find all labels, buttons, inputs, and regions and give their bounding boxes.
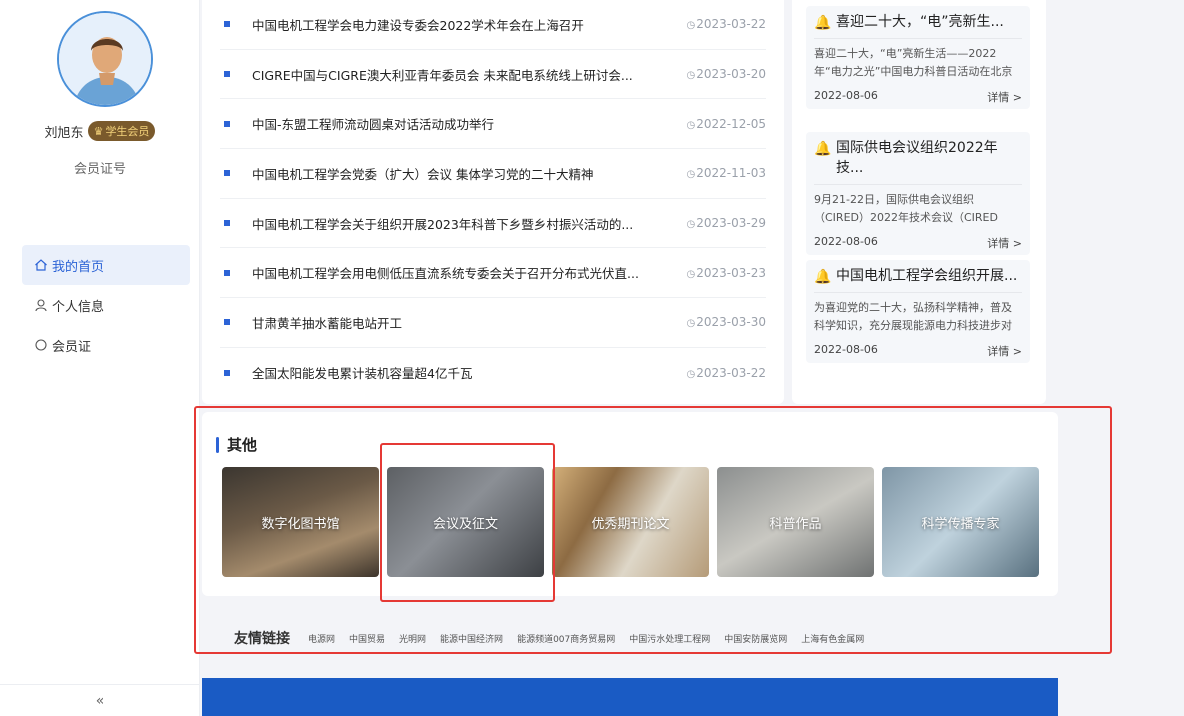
bullet-icon — [224, 220, 230, 227]
bullet-icon — [224, 269, 230, 276]
home-icon — [35, 259, 47, 271]
notice-footer: 2022-08-06 详情 > — [814, 81, 1022, 109]
news-title[interactable]: 中国电机工程学会关于组织开展2023年科普下乡暨乡村振兴活动的... — [252, 214, 656, 233]
notice-title[interactable]: 国际供电会议组织2022年技... — [836, 132, 1022, 184]
sidebar-item-label: 我的首页 — [52, 259, 105, 275]
user-row: 刘旭东 ♛ 学生会员 — [0, 121, 200, 141]
notice-header: 🔔 中国电机工程学会组织开展... — [814, 260, 1022, 293]
notice-body: 9月21-22日，国际供电会议组织（CIRED）2022年技术会议（CIRED — [814, 193, 998, 224]
news-title[interactable]: 中国电机工程学会党委（扩大）会议 集体学习党的二十大精神 — [252, 164, 656, 183]
news-title[interactable]: 中国电机工程学会电力建设专委会2022学术年会在上海召开 — [252, 15, 656, 34]
bullet-icon — [224, 319, 230, 326]
bullet-icon — [224, 71, 230, 78]
news-item[interactable]: 中国电机工程学会电力建设专委会2022学术年会在上海召开2023-03-22 — [220, 0, 766, 50]
notice-footer: 2022-08-06 详情 > — [814, 335, 1022, 363]
notice-title[interactable]: 中国电机工程学会组织开展... — [836, 260, 1017, 292]
sidebar-item-label: 个人信息 — [52, 299, 105, 315]
notice-body: 为喜迎党的二十大，弘扬科学精神，普及科学知识，充分展现能源电力科技进步对 — [814, 301, 1012, 332]
bullet-icon — [224, 369, 230, 376]
news-date: 2023-03-23 — [656, 266, 766, 280]
notice-card[interactable]: 🔔 中国电机工程学会组织开展... 为喜迎党的二十大，弘扬科学精神，普及科学知识… — [806, 260, 1030, 363]
notice-footer: 2022-08-06 详情 > — [814, 227, 1022, 255]
news-list: 中国电机工程学会电力建设专委会2022学术年会在上海召开2023-03-22 C… — [202, 0, 784, 398]
bullet-icon — [224, 120, 230, 127]
bullet-icon — [224, 170, 230, 177]
circle-icon — [35, 339, 47, 351]
news-item[interactable]: 甘肃黄羊抽水蓄能电站开工2023-03-30 — [220, 298, 766, 348]
notice-header: 🔔 喜迎二十大，“电”亮新生... — [814, 6, 1022, 39]
bell-icon: 🔔 — [814, 269, 832, 285]
notice-more-link[interactable]: 详情 > — [987, 343, 1022, 359]
notice-card[interactable]: 🔔 国际供电会议组织2022年技... 9月21-22日，国际供电会议组织（CI… — [806, 132, 1030, 255]
highlight-box-others — [194, 406, 1112, 654]
notice-card[interactable]: 🔔 喜迎二十大，“电”亮新生... 喜迎二十大，“电”亮新生活——2022年“电… — [806, 6, 1030, 109]
sidebar-nav: 我的首页 个人信息 会员证 — [22, 245, 190, 365]
sidebar-item-member-card[interactable]: 会员证 — [22, 325, 190, 365]
double-chevron-left-icon: « — [95, 692, 105, 709]
avatar[interactable] — [57, 11, 153, 107]
notice-more-link[interactable]: 详情 > — [987, 235, 1022, 251]
sidebar-item-label: 会员证 — [52, 339, 92, 355]
footer-band — [202, 678, 1058, 716]
notice-more-link[interactable]: 详情 > — [987, 89, 1022, 105]
news-item[interactable]: 中国-东盟工程师流动圆桌对话活动成功举行2022-12-05 — [220, 99, 766, 150]
news-date: 2022-11-03 — [656, 166, 766, 180]
bell-icon: 🔔 — [814, 141, 832, 157]
news-date: 2023-03-22 — [656, 17, 766, 31]
news-item[interactable]: 全国太阳能发电累计装机容量超4亿千瓦2023-03-22 — [220, 348, 766, 398]
user-icon — [35, 299, 47, 312]
sidebar: 刘旭东 ♛ 学生会员 会员证号 我的首页 个人信息 会员证 « — [0, 0, 200, 716]
notice-date: 2022-08-06 — [814, 89, 878, 102]
bullet-icon — [224, 21, 230, 28]
news-title[interactable]: 全国太阳能发电累计装机容量超4亿千瓦 — [252, 363, 656, 382]
crown-icon: ♛ — [93, 124, 104, 138]
news-list-card: 中国电机工程学会电力建设专委会2022学术年会在上海召开2023-03-22 C… — [202, 0, 784, 404]
news-title[interactable]: CIGRE中国与CIGRE澳大利亚青年委员会 未来配电系统线上研讨会... — [252, 65, 656, 84]
collapse-button[interactable]: « — [0, 684, 200, 716]
news-item[interactable]: 中国电机工程学会用电侧低压直流系统专委会关于召开分布式光伏直...2023-03… — [220, 248, 766, 299]
notice-column: 🔔 喜迎二十大，“电”亮新生... 喜迎二十大，“电”亮新生活——2022年“电… — [792, 0, 1046, 404]
news-title[interactable]: 中国-东盟工程师流动圆桌对话活动成功举行 — [252, 114, 656, 133]
news-title[interactable]: 甘肃黄羊抽水蓄能电站开工 — [252, 313, 656, 332]
avatar-illustration — [59, 13, 151, 105]
notice-body: 喜迎二十大，“电”亮新生活——2022年“电力之光”中国电力科普日活动在北京开 — [814, 47, 1013, 78]
news-date: 2022-12-05 — [656, 117, 766, 131]
member-badge-label: 学生会员 — [105, 125, 150, 138]
news-title[interactable]: 中国电机工程学会用电侧低压直流系统专委会关于召开分布式光伏直... — [252, 263, 656, 282]
notice-date: 2022-08-06 — [814, 343, 878, 356]
news-date: 2023-03-22 — [656, 366, 766, 380]
bell-icon: 🔔 — [814, 15, 832, 31]
member-no-label: 会员证号 — [73, 162, 126, 177]
notice-title[interactable]: 喜迎二十大，“电”亮新生... — [836, 6, 1004, 38]
user-name: 刘旭东 — [44, 125, 84, 141]
sidebar-item-profile[interactable]: 个人信息 — [22, 285, 190, 325]
member-badge: ♛ 学生会员 — [87, 121, 156, 141]
news-item[interactable]: 中国电机工程学会关于组织开展2023年科普下乡暨乡村振兴活动的...2023-0… — [220, 199, 766, 249]
highlight-box-conference — [380, 443, 555, 602]
news-item[interactable]: 中国电机工程学会党委（扩大）会议 集体学习党的二十大精神2022-11-03 — [220, 149, 766, 199]
news-date: 2023-03-20 — [656, 67, 766, 81]
sidebar-item-home[interactable]: 我的首页 — [22, 245, 190, 285]
notice-header: 🔔 国际供电会议组织2022年技... — [814, 132, 1022, 185]
notice-date: 2022-08-06 — [814, 235, 878, 248]
news-item[interactable]: CIGRE中国与CIGRE澳大利亚青年委员会 未来配电系统线上研讨会...202… — [220, 50, 766, 100]
news-date: 2023-03-30 — [656, 315, 766, 329]
news-date: 2023-03-29 — [656, 216, 766, 230]
